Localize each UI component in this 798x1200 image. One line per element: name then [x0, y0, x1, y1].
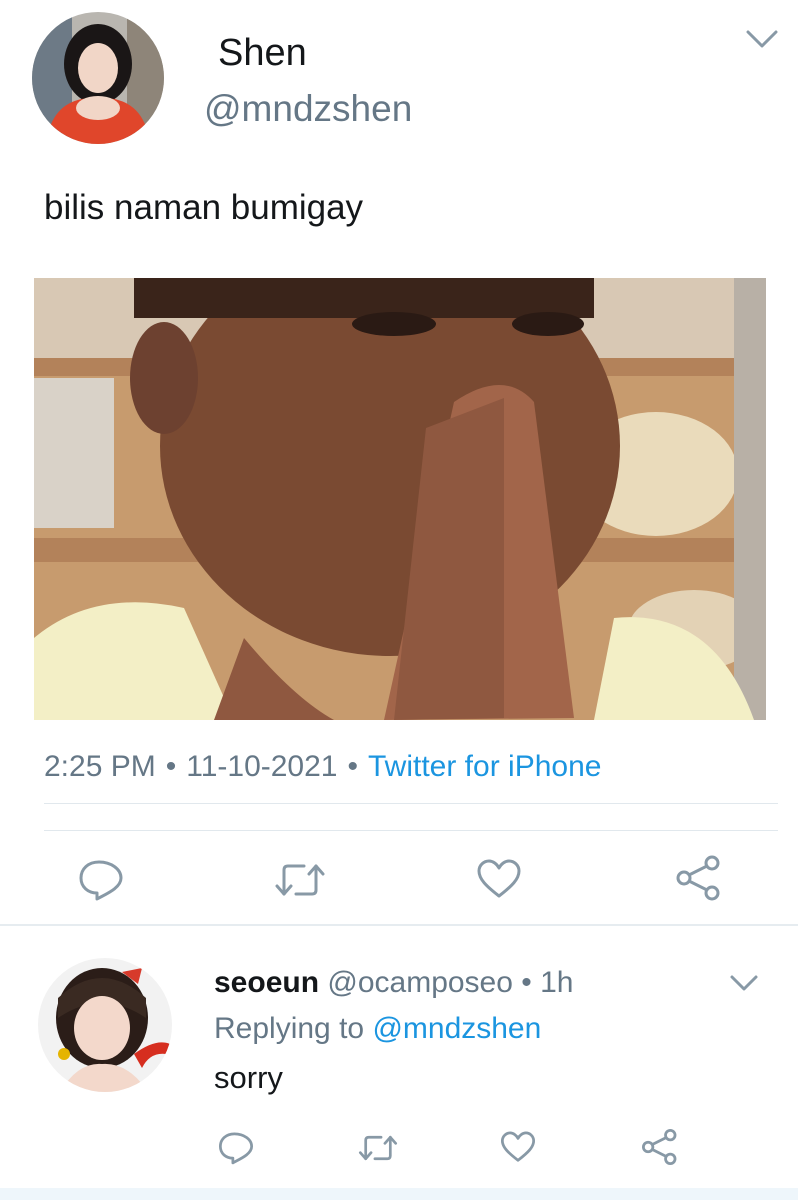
reply-like-button[interactable] [500, 1130, 536, 1169]
reply-icon [79, 860, 123, 901]
reply-share-button[interactable] [640, 1128, 680, 1171]
author-avatar[interactable] [32, 12, 164, 144]
replying-to-mention[interactable]: @mndzshen [372, 1012, 541, 1045]
section-separator [0, 924, 798, 926]
reply-text: sorry [214, 1060, 283, 1095]
share-icon [641, 1128, 677, 1166]
tweet-client-link[interactable]: Twitter for iPhone [368, 750, 601, 783]
reply-reply-button[interactable] [218, 1130, 254, 1171]
reply-header: seoeun @ocamposeo • 1h [214, 966, 574, 1000]
tweet-time[interactable]: 2:25 PM [44, 750, 156, 783]
reply-age[interactable]: 1h [540, 966, 573, 999]
reply-author-avatar[interactable] [38, 958, 172, 1092]
share-button[interactable] [674, 854, 724, 907]
tweet-media-gif[interactable] [34, 278, 766, 720]
author-avatar-image [32, 12, 164, 144]
chevron-down-icon[interactable] [744, 26, 780, 52]
author-handle[interactable]: @mndzshen [204, 88, 412, 130]
retweet-icon [275, 864, 325, 896]
reply-handle[interactable]: @ocamposeo [327, 966, 513, 999]
tweet-text: bilis naman bumigay [44, 188, 364, 227]
retweet-icon [358, 1135, 398, 1161]
tweet-meta: 2:25 PM • 11-10-2021 • Twitter for iPhone [44, 750, 601, 784]
divider [44, 830, 778, 831]
tweet-date[interactable]: 11-10-2021 [186, 750, 337, 783]
replying-to-prefix: Replying to [214, 1012, 365, 1045]
meta-separator: • [165, 750, 177, 783]
share-icon [676, 855, 720, 901]
like-button[interactable] [476, 858, 522, 905]
reply-separator: • [521, 966, 541, 999]
bottom-divider [0, 1188, 798, 1200]
reply-icon [218, 1132, 254, 1165]
retweet-button[interactable] [274, 860, 326, 905]
author-display-name[interactable]: Shen [218, 32, 307, 75]
heart-icon [477, 859, 521, 898]
replying-to: Replying to @mndzshen [214, 1012, 541, 1046]
media-image [34, 278, 766, 720]
chevron-down-icon[interactable] [728, 972, 760, 994]
reply-button[interactable] [78, 858, 124, 907]
reply-avatar-image [38, 958, 172, 1092]
meta-separator: • [347, 750, 358, 783]
reply-display-name[interactable]: seoeun [214, 966, 319, 999]
heart-icon [500, 1131, 536, 1162]
divider [44, 803, 778, 804]
reply-retweet-button[interactable] [358, 1132, 398, 1169]
